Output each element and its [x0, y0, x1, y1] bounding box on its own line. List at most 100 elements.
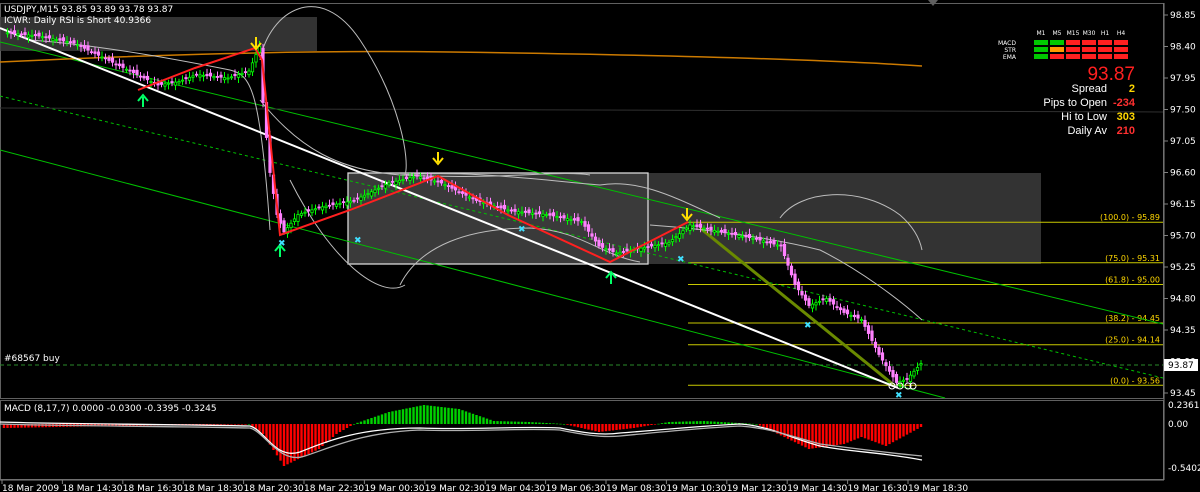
- macd-bar: [699, 421, 702, 424]
- macd-bar: [755, 424, 758, 425]
- candle-body: [40, 36, 45, 39]
- candle-body: [523, 210, 528, 213]
- macd-bar: [559, 423, 562, 425]
- candle-body: [887, 366, 892, 372]
- candle-body: [877, 347, 881, 355]
- macd-bar: [223, 424, 226, 425]
- macd-bar: [212, 424, 216, 425]
- candle-body: [915, 367, 920, 371]
- candle-body: [250, 62, 255, 73]
- macd-bar: [520, 421, 524, 424]
- signal-cell: [1034, 47, 1048, 52]
- macd-bar: [349, 424, 352, 426]
- candle-body: [299, 212, 304, 216]
- candle-body: [149, 81, 153, 83]
- candle-body: [733, 232, 738, 236]
- candle-body: [698, 223, 703, 228]
- price-tick-label: 93.45: [1170, 389, 1196, 399]
- candle-body: [359, 196, 363, 201]
- macd-bar: [261, 424, 265, 434]
- macd-axis-label: 0.00: [1168, 420, 1188, 430]
- price-tick-label: 95.25: [1170, 263, 1196, 273]
- candle-body: [908, 374, 913, 382]
- candle-body: [527, 209, 531, 214]
- macd-bar: [594, 424, 597, 432]
- time-tick-label: 19 Mar 14:30: [787, 484, 847, 492]
- macd-bar: [674, 421, 678, 424]
- signal-panel: M1 M5 M15 M30 H1 H4 MACDSTREMA 93.87Spread 2 Pips…: [998, 30, 1136, 137]
- time-tick-label: 18 Mar 22:30: [304, 484, 364, 492]
- candle-body: [72, 40, 76, 44]
- candle-body: [187, 76, 192, 81]
- macd-bar: [401, 409, 405, 424]
- candle-body: [173, 81, 178, 86]
- price-tick-label: 94.35: [1170, 326, 1196, 336]
- macd-bar: [363, 420, 366, 424]
- candle-body: [12, 30, 17, 34]
- macd-bar: [650, 424, 653, 425]
- time-tick-label: 19 Mar 10:30: [666, 484, 726, 492]
- macd-bar: [580, 424, 583, 428]
- candle-body: [880, 352, 885, 361]
- candle-body: [163, 83, 167, 87]
- candle-body: [61, 37, 66, 42]
- candle-body: [530, 212, 535, 215]
- candle-body: [460, 191, 465, 194]
- macd-bar: [716, 421, 720, 424]
- candle-body: [849, 314, 853, 317]
- macd-bar: [632, 424, 636, 428]
- indicator-label: EMA: [1003, 54, 1017, 61]
- candle-body: [411, 176, 416, 179]
- candle-body: [803, 294, 808, 301]
- macd-bar: [629, 424, 632, 429]
- candle-body: [831, 299, 836, 305]
- candle-body: [726, 232, 731, 235]
- candle-body: [5, 32, 10, 35]
- candle-body: [383, 184, 388, 189]
- macd-bar: [608, 424, 611, 431]
- time-tick-label: 19 Mar 06:30: [546, 484, 606, 492]
- candle-body: [317, 206, 321, 209]
- candle-body: [145, 75, 150, 81]
- candle-body: [100, 56, 104, 59]
- macd-bar: [447, 407, 450, 424]
- candle-body: [716, 230, 720, 233]
- macd-bar: [517, 421, 520, 424]
- macd-bar: [468, 412, 471, 424]
- candle-body: [863, 319, 867, 327]
- candle-body: [600, 243, 605, 248]
- macd-bar: [279, 424, 282, 461]
- trading-chart[interactable]: (100.0) - 95.89 (75.0) - 95.31 (61.8) - 95…: [0, 0, 1200, 492]
- macd-bar: [422, 405, 426, 424]
- candle-body: [362, 194, 367, 198]
- macd-bar: [702, 421, 706, 424]
- macd-bar: [569, 424, 573, 426]
- candle-body: [219, 74, 223, 78]
- candle-body: [338, 202, 342, 205]
- candle-body: [558, 216, 563, 219]
- price-tick-label: 96.60: [1170, 169, 1196, 179]
- candle-body: [93, 51, 97, 54]
- candle-body: [121, 63, 125, 68]
- candle-body: [723, 229, 727, 234]
- macd-bar: [216, 424, 219, 425]
- candle-body: [537, 211, 542, 215]
- macd-bar: [457, 409, 461, 424]
- fractal-icon: ✖: [518, 225, 526, 235]
- macd-bar: [545, 423, 548, 424]
- candle-body: [796, 281, 801, 291]
- range-box-2: [648, 173, 1041, 264]
- candle-body: [842, 308, 846, 313]
- macd-bar: [503, 421, 506, 424]
- candle-body: [439, 179, 444, 184]
- indicator-label: MACD: [998, 40, 1016, 47]
- band-lower-1: [29, 39, 271, 231]
- macd-bar: [846, 424, 849, 443]
- candle-body: [282, 220, 286, 233]
- candle-body: [852, 314, 857, 318]
- macd-bar: [912, 424, 916, 431]
- macd-label: MACD (8,17,7) 0.0000 -0.0300 -0.3395 -0.…: [4, 404, 217, 414]
- candle-body: [499, 205, 503, 209]
- candle-body: [772, 240, 776, 245]
- candle-body: [366, 193, 370, 195]
